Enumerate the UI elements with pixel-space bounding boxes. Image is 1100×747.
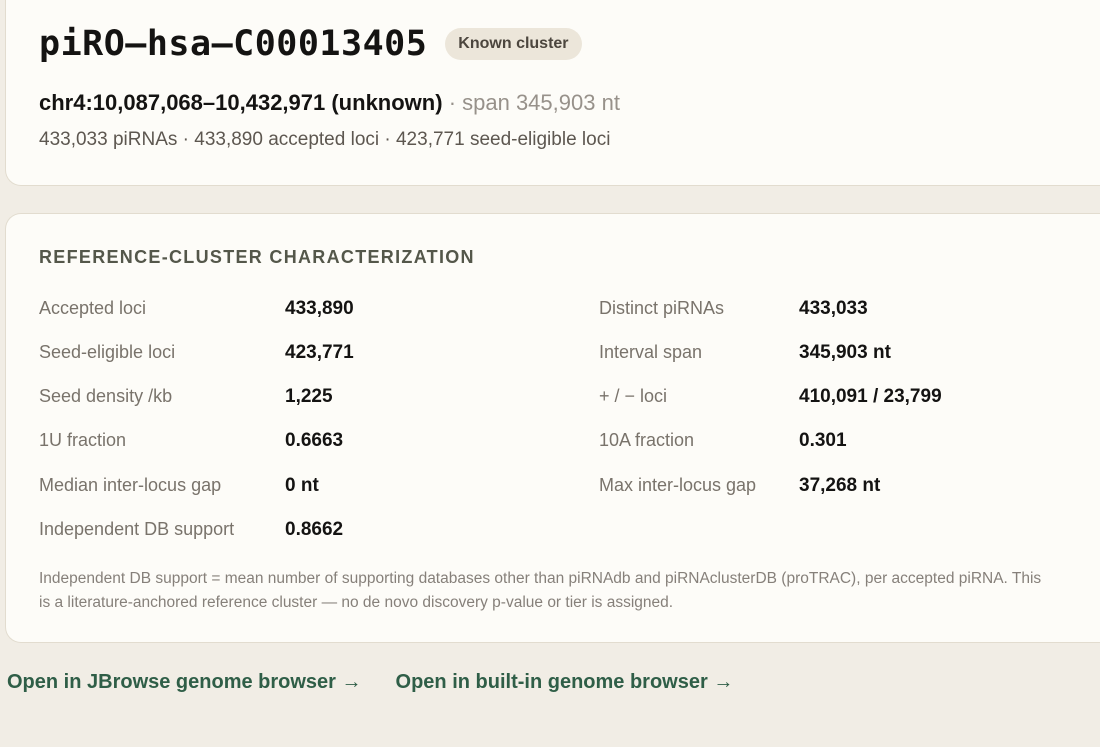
- stat-label-strand-loci: + / − loci: [599, 386, 668, 406]
- stat-value-seed-eligible-loci: 423,771: [285, 342, 354, 363]
- stat-value-seed-density: 1,225: [285, 386, 333, 407]
- stat-value-db-support: 0.8662: [285, 519, 344, 540]
- stat-label-accepted-loci: Accepted loci: [39, 298, 147, 318]
- stat-label-seed-eligible-loci: Seed-eligible loci: [39, 342, 176, 362]
- stat-value-strand-loci: 410,091 / 23,799: [799, 386, 942, 407]
- cluster-counts: 433,033 piRNAs · 433,890 accepted loci ·…: [39, 129, 611, 150]
- genome-browser-links: Open in JBrowse genome browser → Open in…: [7, 671, 733, 694]
- stat-value-distinct-pirnas: 433,033: [799, 298, 868, 319]
- span-text: · span 345,903 nt: [448, 90, 620, 115]
- stat-label-distinct-pirnas: Distinct piRNAs: [599, 298, 725, 318]
- stat-value-max-gap: 37,268 nt: [799, 475, 881, 496]
- stat-value-accepted-loci: 433,890: [285, 298, 354, 319]
- stat-label-median-gap: Median inter-locus gap: [39, 475, 222, 495]
- stat-label-db-support: Independent DB support: [39, 519, 235, 539]
- status-badge: Known cluster: [445, 28, 582, 60]
- genomic-coordinates: chr4:10,087,068–10,432,971 (unknown) · s…: [39, 90, 620, 116]
- stat-label-10a-fraction: 10A fraction: [599, 430, 695, 450]
- title-row: piRO–hsa–C00013405 Known cluster: [39, 24, 582, 64]
- stat-value-1u-fraction: 0.6663: [285, 430, 344, 451]
- stat-value-median-gap: 0 nt: [285, 475, 319, 496]
- cluster-header-card: piRO–hsa–C00013405 Known cluster chr4:10…: [5, 0, 1100, 186]
- stat-value-interval-span: 345,903 nt: [799, 342, 891, 363]
- locus-text: chr4:10,087,068–10,432,971 (unknown): [39, 90, 443, 115]
- builtin-browser-link[interactable]: Open in built-in genome browser →: [396, 671, 734, 694]
- cluster-id-title: piRO–hsa–C00013405: [39, 24, 428, 64]
- footnote: Independent DB support = mean number of …: [39, 570, 1042, 611]
- stat-label-1u-fraction: 1U fraction: [39, 430, 127, 450]
- stat-label-interval-span: Interval span: [599, 342, 703, 362]
- stat-label-max-gap: Max inter-locus gap: [599, 475, 757, 495]
- stat-value-10a-fraction: 0.301: [799, 430, 847, 451]
- section-title: REFERENCE-CLUSTER CHARACTERIZATION: [39, 247, 475, 267]
- stat-label-seed-density: Seed density /kb: [39, 386, 173, 406]
- jbrowse-link[interactable]: Open in JBrowse genome browser →: [7, 671, 362, 694]
- characterization-card: REFERENCE-CLUSTER CHARACTERIZATION Accep…: [5, 213, 1100, 643]
